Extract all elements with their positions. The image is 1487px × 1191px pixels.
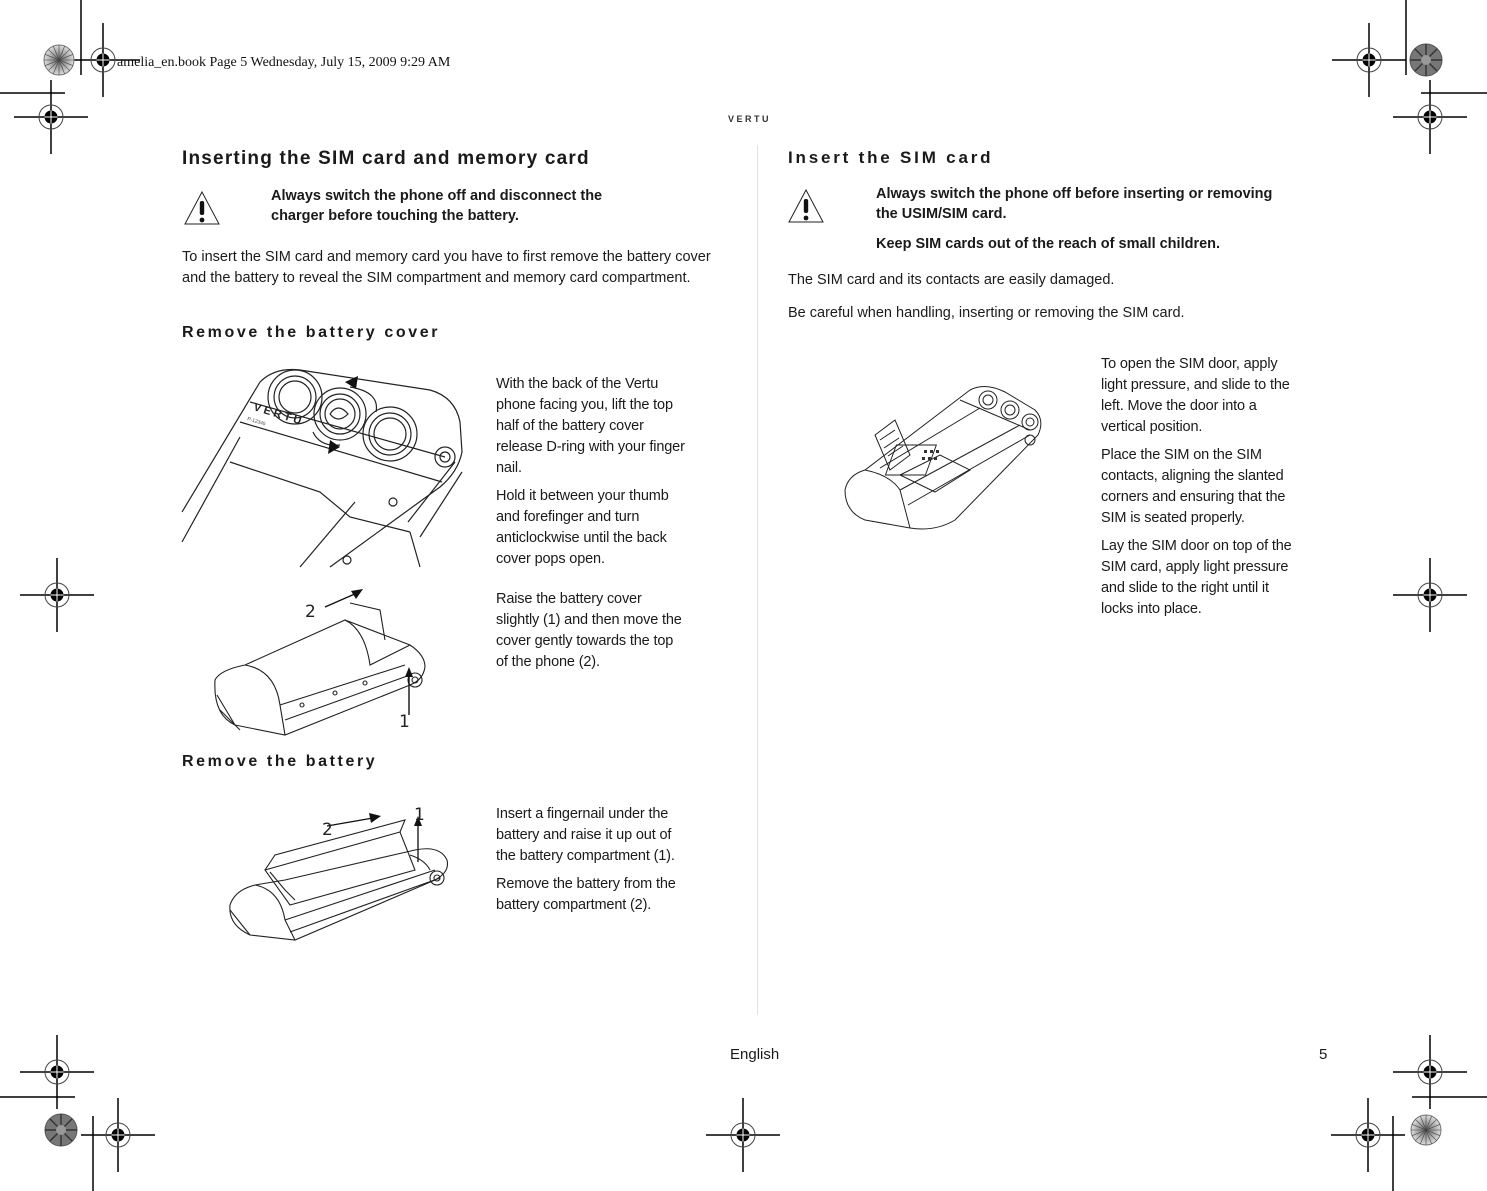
page-number: 5 (1319, 1046, 1328, 1063)
intro-paragraph: To insert the SIM card and memory card y… (182, 247, 727, 296)
instruction-text: Lay the SIM door on top of the SIM card,… (1101, 538, 1292, 617)
sim-door-illustration (844, 386, 1042, 530)
callout-2: 2 (322, 820, 333, 840)
intro-text: To insert the SIM card and memory card y… (182, 249, 711, 286)
color-target-icon (43, 44, 75, 76)
warning-message: Always switch the phone off and disconne… (271, 188, 603, 224)
warning-message: Always switch the phone off before inser… (876, 186, 1273, 222)
column-divider (757, 145, 758, 1015)
cover-step-1-text: With the back of the Vertu phone facing … (496, 374, 691, 577)
callout-1: 1 (414, 805, 425, 825)
warning-triangle-icon (788, 188, 824, 223)
registration-mark-icon (705, 1097, 781, 1173)
sim-steps: To open the SIM door, apply light pressu… (1101, 354, 1301, 627)
instruction-text: To open the SIM door, apply light pressu… (1101, 356, 1290, 435)
warning-text: Always switch the phone off before inser… (876, 184, 1276, 264)
warning-text: Always switch the phone off and disconne… (271, 186, 651, 236)
raise-cover-illustration: 2 1 (214, 589, 426, 736)
section-title: Insert the SIM card (788, 148, 994, 167)
registration-mark-icon (1331, 22, 1407, 98)
registration-mark-icon (80, 1097, 156, 1173)
registration-mark-icon (19, 1034, 95, 1110)
d-ring-illustration: VERTU P-12345 (181, 368, 463, 568)
instruction-text: Hold it between your thumb and forefinge… (496, 488, 669, 567)
phone-serial: P-12345 (246, 416, 266, 427)
sim-notes: The SIM card and its contacts are easily… (788, 270, 1288, 331)
instruction-text: Place the SIM on the SIM contacts, align… (1101, 447, 1286, 526)
instruction-text: Remove the battery from the battery comp… (496, 876, 676, 913)
color-target-icon (44, 1113, 78, 1147)
registration-mark-icon (13, 79, 89, 155)
footer-language: English (730, 1046, 780, 1063)
note-text: Be careful when handling, inserting or r… (788, 305, 1185, 321)
instruction-text: Raise the battery cover slightly (1) and… (496, 591, 682, 670)
registration-mark-icon (19, 557, 95, 633)
warning-triangle-icon (184, 190, 220, 225)
note-text: The SIM card and its contacts are easily… (788, 272, 1115, 288)
cover-step-2-text: Raise the battery cover slightly (1) and… (496, 589, 686, 680)
callout-2: 2 (305, 602, 316, 622)
callout-1: 1 (399, 712, 410, 732)
battery-step-text: Insert a fingernail under the battery an… (496, 804, 691, 923)
remove-battery-illustration: 2 1 (229, 805, 449, 941)
instruction-text: With the back of the Vertu phone facing … (496, 376, 685, 476)
registration-mark-icon (1392, 79, 1468, 155)
registration-mark-icon (1330, 1097, 1406, 1173)
instruction-text: Insert a fingernail under the battery an… (496, 806, 675, 864)
color-target-icon (1409, 43, 1443, 77)
brand-logo: VERTU (728, 114, 772, 124)
warning-message: Keep SIM cards out of the reach of small… (876, 236, 1221, 252)
subsection-heading: Remove the battery (182, 753, 378, 770)
color-target-icon (1410, 1114, 1442, 1146)
print-slug: amelia_en.book Page 5 Wednesday, July 15… (117, 55, 451, 70)
subsection-heading: Remove the battery cover (182, 324, 441, 341)
registration-mark-icon (1392, 557, 1468, 633)
section-title: Inserting the SIM card and memory card (182, 148, 590, 169)
registration-mark-icon (1392, 1034, 1468, 1110)
